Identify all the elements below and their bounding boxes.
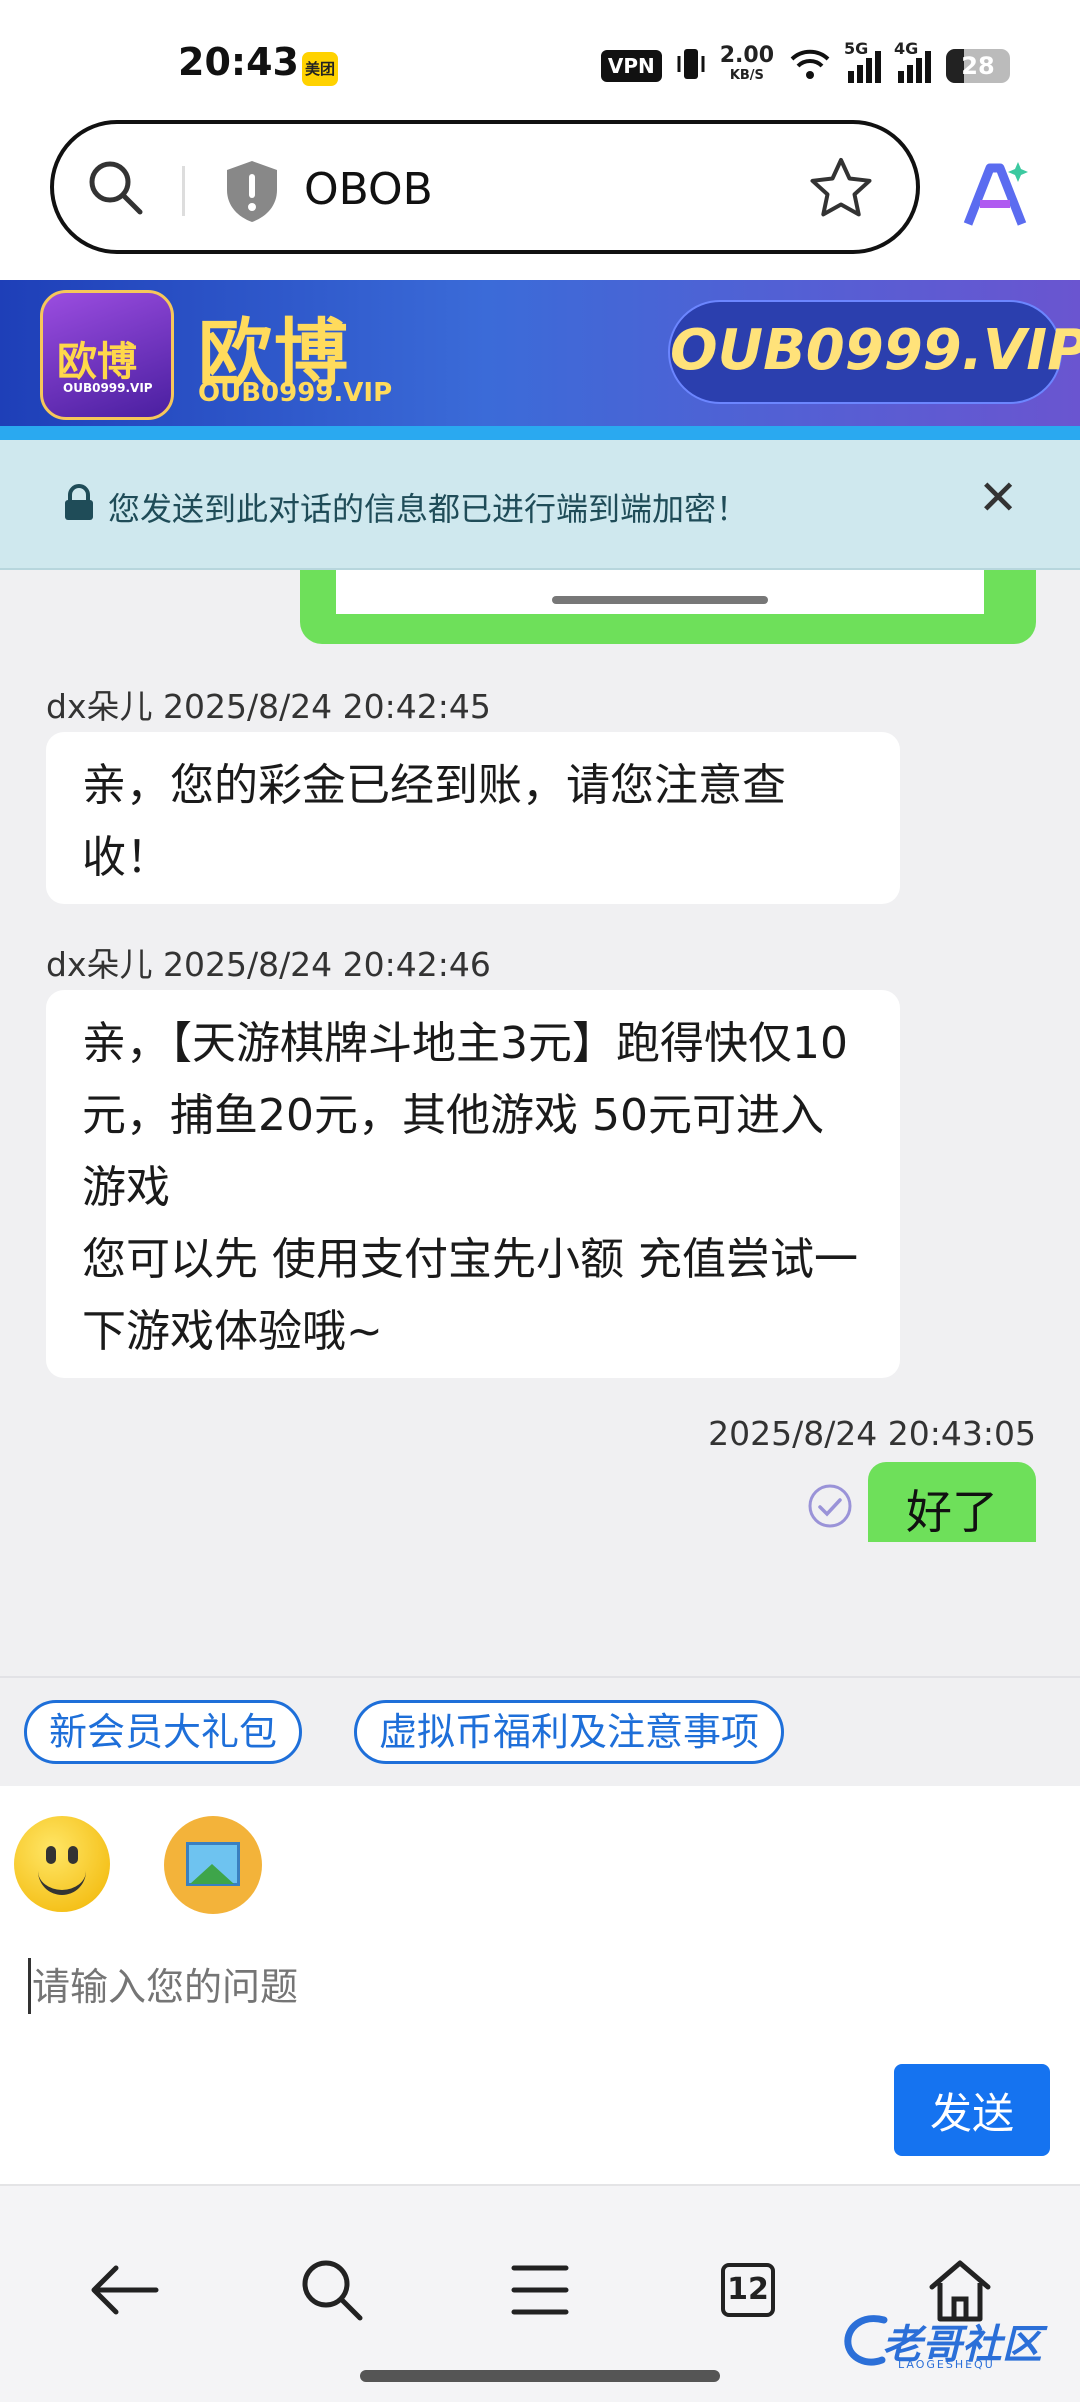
network-speed: 2.00 KB/S (719, 43, 774, 86)
url-text[interactable]: OBOB (304, 164, 433, 215)
network-speed-value: 2.00 (719, 43, 774, 68)
image-preview-bar (552, 596, 768, 604)
site-banner[interactable]: 欧博 OUB0999.VIP 欧博 OUB0999.VIP OUB0999.VI… (0, 280, 1080, 440)
menu-icon[interactable] (500, 2250, 580, 2330)
wifi-icon (788, 47, 832, 85)
signal-5g-label: 5G (844, 39, 869, 58)
quick-reply-bar: 新会员大礼包 虚拟币福利及注意事项 (0, 1676, 1080, 1788)
quick-reply-crypto-welfare[interactable]: 虚拟币福利及注意事项 (354, 1700, 785, 1764)
address-bar[interactable]: OBOB (50, 120, 920, 254)
send-button[interactable]: 发送 (894, 2064, 1050, 2156)
status-time: 20:43 (178, 40, 299, 84)
brand-logo-sub: OUB0999.VIP (63, 381, 153, 395)
battery-icon: 28 (946, 49, 1010, 83)
sent-message-bubble[interactable]: 好了 (868, 1462, 1036, 1542)
site-url-pill[interactable]: OUB0999.VIP (668, 300, 1080, 404)
signal-4g-label: 4G (894, 39, 919, 58)
network-speed-unit: KB/S (729, 68, 764, 83)
tabs-button[interactable]: 12 (708, 2250, 788, 2330)
status-icons: VPN 2.00 KB/S 5G 4G 28 (600, 39, 1010, 86)
emoji-icon[interactable] (14, 1816, 110, 1912)
watermark-sub: LAOGESHEQU (898, 2358, 995, 2371)
message-composer: 发送 (0, 1786, 1080, 2184)
message-bubble[interactable]: 亲，【天游棋牌斗地主3元】跑得快仅10元，捕鱼20元，其他游戏 50元可进入游戏… (46, 990, 900, 1378)
encryption-notice: 您发送到此对话的信息都已进行端到端加密！ ✕ (0, 440, 1080, 570)
quick-reply-new-member[interactable]: 新会员大礼包 (24, 1700, 303, 1764)
message-bubble[interactable]: 亲，您的彩金已经到账，请您注意查收！ (46, 732, 900, 904)
search-icon[interactable] (292, 2250, 372, 2330)
gesture-home-bar[interactable] (360, 2370, 720, 2382)
bookmark-star-icon[interactable] (808, 156, 874, 224)
battery-level: 28 (961, 52, 995, 80)
signal-5g-icon: 5G (844, 39, 882, 83)
watermark-logo: 老哥社区 LAOGESHEQU (842, 2306, 1072, 2376)
search-icon[interactable] (84, 156, 148, 224)
message-meta: dx朵儿 2025/8/24 20:42:45 (46, 687, 491, 726)
shield-warning-icon[interactable] (222, 158, 282, 228)
message-meta: dx朵儿 2025/8/24 20:42:46 (46, 945, 491, 984)
read-check-icon (806, 1482, 854, 1534)
signal-4g-icon: 4G (894, 39, 932, 83)
sent-message-meta: 2025/8/24 20:43:05 (708, 1414, 1036, 1453)
brand-name-en: OUB0999.VIP (198, 378, 393, 408)
ai-assistant-icon[interactable] (958, 158, 1034, 234)
close-icon[interactable]: ✕ (978, 470, 1018, 526)
lock-icon (62, 484, 96, 526)
vibrate-icon (676, 46, 706, 86)
address-divider (182, 166, 185, 216)
text-caret (28, 1958, 31, 2014)
status-bar: 20:43 美团 VPN 2.00 KB/S 5G 4G 28 (0, 0, 1080, 120)
brand-logo: 欧博 OUB0999.VIP (40, 290, 174, 420)
vpn-icon: VPN (600, 50, 662, 82)
browser-bottom-nav: 12 老哥社区 LAOGESHEQU (0, 2184, 1080, 2402)
encryption-notice-text: 您发送到此对话的信息都已进行端到端加密！ (108, 490, 749, 528)
tab-count: 12 (721, 2263, 775, 2317)
back-icon[interactable] (84, 2250, 164, 2330)
sent-image-preview[interactable] (336, 570, 984, 614)
image-upload-icon[interactable] (164, 1816, 262, 1914)
sent-image-bubble[interactable] (300, 570, 1036, 644)
message-input[interactable] (30, 1956, 1034, 2018)
meituan-notification-icon: 美团 (302, 52, 338, 86)
brand-logo-text: 欧博 (57, 339, 137, 385)
browser-toolbar: OBOB (0, 120, 1080, 280)
